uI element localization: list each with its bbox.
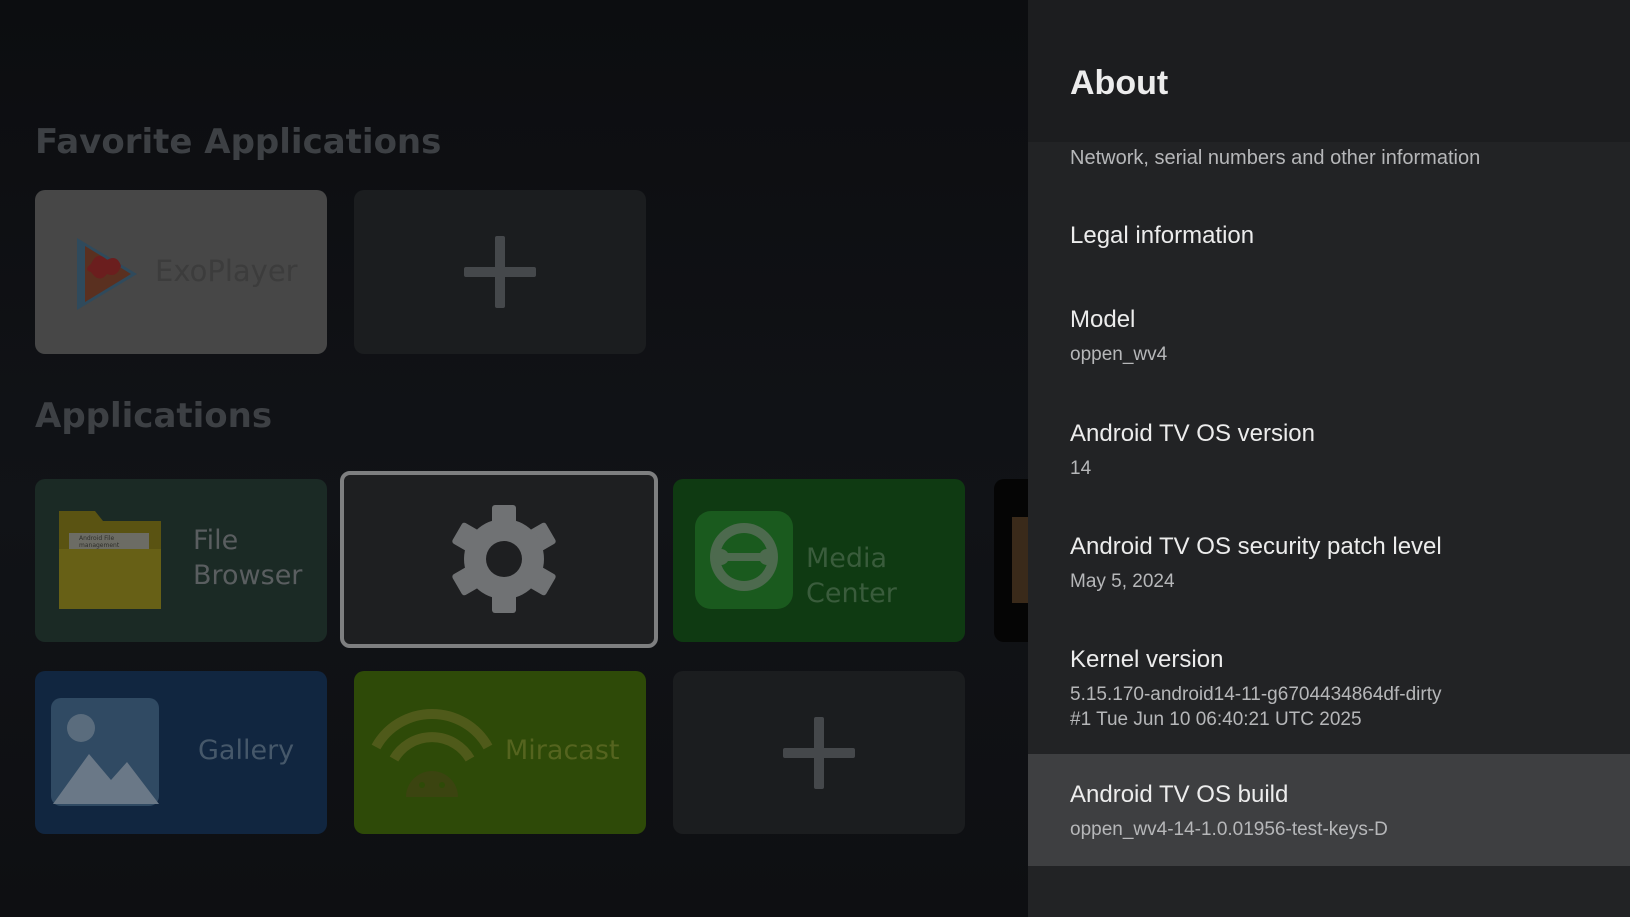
pref-android-version[interactable]: Android TV OS version 14	[1028, 390, 1630, 503]
app-tile-gallery[interactable]: Gallery	[35, 671, 327, 834]
favorites-section-title: Favorite Applications	[35, 122, 442, 162]
pref-model-summary: oppen_wv4	[1070, 344, 1168, 365]
gear-icon	[449, 504, 559, 614]
panel-header: About	[1028, 0, 1630, 142]
about-settings-panel: About Network, serial numbers and other …	[1028, 0, 1630, 917]
pref-model-title: Model	[1070, 306, 1136, 333]
gallery-label: Gallery	[198, 735, 295, 766]
pref-model[interactable]: Model oppen_wv4	[1028, 278, 1630, 390]
add-favorite-tile[interactable]	[354, 190, 646, 354]
media-center-label: Media Center	[806, 543, 897, 609]
launcher-home: Favorite Applications ExoPlayer Applicat…	[0, 0, 1028, 917]
pref-kernel-version-title: Kernel version	[1070, 646, 1224, 673]
pref-security-patch[interactable]: Android TV OS security patch level May 5…	[1028, 503, 1630, 616]
panel-title: About	[1070, 64, 1169, 102]
folder-icon-text: Android File management	[79, 535, 120, 549]
exoplayer-label: ExoPlayer	[155, 254, 298, 288]
pref-kernel-version-summary: 5.15.170-android14-11-g6704434864df-dirt…	[1070, 684, 1442, 705]
app-tile-media-center[interactable]: Media Center	[673, 479, 965, 642]
app-tile-settings[interactable]	[340, 471, 658, 648]
pref-security-patch-title: Android TV OS security patch level	[1070, 533, 1442, 560]
media-center-icon	[693, 509, 795, 611]
pref-kernel-version-summary-line2: #1 Tue Jun 10 06:40:21 UTC 2025	[1070, 709, 1362, 730]
partial-app-icon	[1012, 517, 1028, 603]
file-browser-label: File Browser	[193, 525, 303, 591]
pref-legal-information-title: Legal information	[1070, 222, 1255, 249]
pref-android-build[interactable]: Android TV OS build oppen_wv4-14-1.0.019…	[1028, 754, 1630, 866]
folder-icon: Android File management	[55, 505, 165, 615]
pref-kernel-version[interactable]: Kernel version 5.15.170-android14-11-g67…	[1028, 616, 1630, 754]
pref-status-summary: Network, serial numbers and other inform…	[1070, 147, 1481, 169]
app-tile-file-browser[interactable]: Android File management File Browser	[35, 479, 327, 642]
miracast-label: Miracast	[505, 735, 620, 766]
pref-legal-information[interactable]: Legal information	[1028, 196, 1630, 278]
pref-status[interactable]: Network, serial numbers and other inform…	[1028, 142, 1630, 196]
add-app-tile[interactable]	[673, 671, 965, 834]
pref-android-version-title: Android TV OS version	[1070, 420, 1316, 447]
app-tile-miracast[interactable]: Miracast	[354, 671, 646, 834]
app-tile-partial[interactable]	[994, 479, 1028, 642]
pref-security-patch-summary: May 5, 2024	[1070, 571, 1175, 592]
favorite-tile-exoplayer[interactable]: ExoPlayer	[35, 190, 327, 354]
gallery-icon	[49, 696, 161, 808]
applications-section-title: Applications	[35, 396, 273, 436]
miracast-icon	[370, 707, 494, 807]
pref-android-build-summary: oppen_wv4-14-1.0.01956-test-keys-D	[1070, 819, 1388, 840]
pref-android-version-summary: 14	[1070, 458, 1092, 479]
pref-android-build-title: Android TV OS build	[1070, 781, 1289, 808]
